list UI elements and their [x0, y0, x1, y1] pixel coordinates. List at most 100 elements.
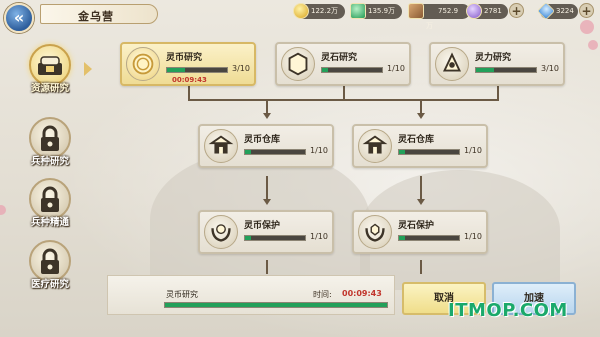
- warehouse-icon: [208, 135, 234, 154]
- research-card-stone-protection[interactable]: 灵石保护 1/10: [352, 210, 488, 254]
- tree-connector: [266, 260, 268, 274]
- current-research-progress-bar: [164, 302, 388, 308]
- green-gem-icon: [350, 3, 366, 19]
- sidebar-item-unit-mastery[interactable]: 兵种精通: [21, 178, 79, 238]
- research-level: 1/10: [310, 146, 328, 155]
- gold-coin-icon: [293, 3, 309, 19]
- tree-connector: [420, 176, 422, 200]
- sidebar-item-resource-research[interactable]: 资源研究: [21, 44, 79, 104]
- tree-connector: [420, 100, 422, 113]
- card-icon-frame: [358, 215, 392, 249]
- shield-hands-icon: [211, 224, 231, 242]
- current-research-name: 灵币研究: [166, 290, 198, 299]
- arrow-down-icon: [417, 199, 425, 205]
- back-arrow-icon: «: [13, 8, 25, 27]
- current-research-panel: 灵币研究 时间: 00:09:43: [107, 275, 395, 315]
- progress-fill: [167, 68, 185, 72]
- research-level: 3/10: [232, 64, 250, 73]
- research-level: 1/10: [464, 232, 482, 241]
- progress-fill: [245, 236, 251, 240]
- research-progress-bar: [166, 67, 228, 73]
- crystal-icon: [466, 3, 482, 19]
- research-name: 灵石仓库: [398, 135, 435, 145]
- research-card-power[interactable]: 灵力研究 3/10: [429, 42, 565, 86]
- lock-icon: [41, 125, 59, 151]
- diamond-icon: [536, 1, 556, 21]
- gold-value: 122.2万: [311, 7, 339, 15]
- page-title: 金乌营: [78, 10, 114, 23]
- tree-connector: [420, 260, 422, 274]
- research-card-coin-protection[interactable]: 灵币保护 1/10: [198, 210, 334, 254]
- coin-icon: [132, 53, 154, 75]
- progress-fill: [322, 68, 328, 72]
- remaining-time: 00:09:43: [342, 289, 382, 298]
- arrow-down-icon: [263, 199, 271, 205]
- sidebar-item-label: 兵种精通: [30, 217, 69, 228]
- back-button[interactable]: «: [4, 3, 34, 33]
- treasure-chest-icon: [38, 56, 62, 75]
- crystal-value: 2781: [484, 7, 502, 15]
- card-icon-frame: [126, 47, 160, 81]
- warehouse-icon: [362, 135, 388, 154]
- tree-connector: [497, 86, 499, 100]
- research-card-coin-warehouse[interactable]: 灵币仓库 1/10: [198, 124, 334, 168]
- add-crystal-button[interactable]: +: [509, 3, 524, 18]
- research-level: 1/10: [310, 232, 328, 241]
- research-name: 灵石研究: [321, 53, 358, 63]
- research-progress-bar: [475, 67, 537, 73]
- research-card-coin[interactable]: 灵币研究 3/10 00:09:43: [120, 42, 256, 86]
- gem-resource: 135.9万: [350, 3, 402, 19]
- spirit-power-icon: [442, 52, 462, 72]
- wood-value: 752.9万: [426, 7, 459, 30]
- spirit-stone-icon: [288, 52, 308, 76]
- game-screen: « 金乌营 122.2万 135.9万 752.9万 2781 + 3224 +: [0, 0, 600, 337]
- arrow-down-icon: [263, 113, 271, 119]
- gold-resource: 122.2万: [293, 3, 345, 19]
- sidebar-item-medical-research[interactable]: 医疗研究: [21, 240, 79, 300]
- card-icon-frame: [204, 129, 238, 163]
- research-progress-bar: [244, 235, 306, 241]
- research-progress-bar: [321, 67, 383, 73]
- sidebar-item-label: 兵种研究: [30, 156, 69, 167]
- tree-connector: [266, 176, 268, 200]
- diamond-resource: 3224: [536, 1, 578, 21]
- tree-connector: [188, 99, 499, 101]
- top-bar: « 金乌营 122.2万 135.9万 752.9万 2781 + 3224 +: [0, 0, 600, 33]
- card-icon-frame: [435, 47, 469, 81]
- research-card-stone-warehouse[interactable]: 灵石仓库 1/10: [352, 124, 488, 168]
- research-name: 灵币仓库: [244, 135, 281, 145]
- blossom-decoration: [0, 205, 6, 215]
- sidebar-item-label: 资源研究: [30, 83, 69, 94]
- research-progress-bar: [244, 149, 306, 155]
- research-name: 灵石保护: [398, 221, 435, 231]
- progress-fill: [165, 303, 387, 307]
- research-level: 1/10: [464, 146, 482, 155]
- blossom-decoration: [588, 40, 598, 50]
- progress-fill: [399, 150, 405, 154]
- progress-fill: [399, 236, 405, 240]
- progress-fill: [245, 150, 251, 154]
- research-level: 3/10: [541, 64, 559, 73]
- sidebar-item-label: 医疗研究: [30, 279, 69, 290]
- research-name: 灵力研究: [475, 53, 512, 63]
- plus-icon: +: [581, 4, 592, 18]
- card-icon-frame: [204, 215, 238, 249]
- research-level: 1/10: [387, 64, 405, 73]
- wood-icon: [408, 3, 424, 19]
- sidebar-item-unit-research[interactable]: 兵种研究: [21, 117, 79, 177]
- research-card-stone[interactable]: 灵石研究 1/10: [275, 42, 411, 86]
- research-timer: 00:09:43: [172, 76, 207, 84]
- research-name: 灵币保护: [244, 221, 281, 231]
- add-diamond-button[interactable]: +: [579, 3, 594, 18]
- progress-fill: [476, 68, 494, 72]
- tree-connector: [343, 86, 345, 100]
- shield-hands-icon: [365, 223, 385, 242]
- tree-connector: [266, 100, 268, 113]
- lock-icon: [41, 248, 59, 274]
- gem-value: 135.9万: [368, 7, 396, 15]
- research-progress-bar: [398, 235, 460, 241]
- research-name: 灵币研究: [166, 53, 203, 63]
- active-indicator-arrow-icon: [84, 62, 92, 76]
- crystal-resource: 2781: [466, 3, 508, 19]
- card-icon-frame: [358, 129, 392, 163]
